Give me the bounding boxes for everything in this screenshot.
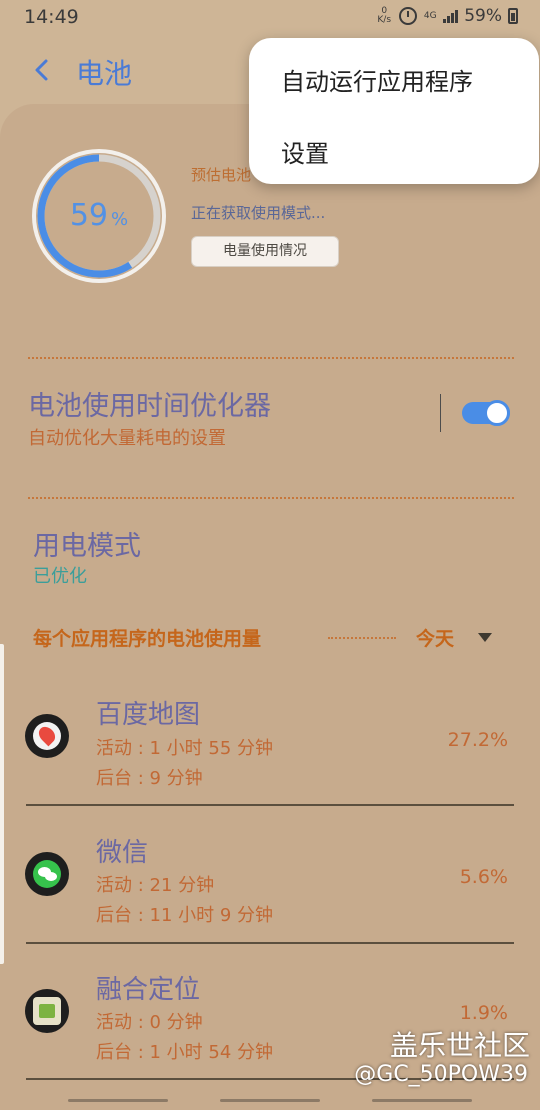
- app-name: 百度地图: [96, 700, 201, 730]
- status-bar: 14:49 0 K/s 4G 59%: [0, 0, 540, 34]
- period-selector[interactable]: 今天: [416, 624, 454, 651]
- back-arrow-icon[interactable]: [28, 56, 56, 84]
- dotted-divider: [28, 357, 514, 359]
- overflow-menu: 自动运行应用程序 设置: [249, 38, 539, 184]
- app-name: 融合定位: [96, 975, 201, 1005]
- battery-gauge: 59%: [28, 142, 170, 290]
- watermark-user: @GC_50POW39: [354, 1062, 528, 1087]
- menu-item-auto-run[interactable]: 自动运行应用程序: [281, 62, 473, 97]
- app-background-time: 后台 : 1 小时 54 分钟: [96, 1042, 274, 1063]
- battery-percent-display: 59%: [69, 198, 129, 233]
- edge-panel-handle[interactable]: [0, 644, 4, 964]
- signal-icon: [443, 9, 459, 23]
- dropdown-arrow-icon[interactable]: [478, 633, 492, 642]
- nav-bar-hint: [220, 1099, 320, 1102]
- app-usage-percent: 27.2%: [447, 729, 508, 751]
- net-speed: 0 K/s: [377, 6, 392, 25]
- alarm-icon: [399, 7, 418, 25]
- nav-bar-hint: [372, 1099, 472, 1102]
- app-name: 微信: [96, 838, 149, 868]
- section-dotted-line: [328, 637, 396, 639]
- app-usage-percent: 5.6%: [459, 866, 508, 888]
- wechat-icon: [25, 852, 69, 896]
- battery-percent: 59%: [464, 6, 502, 26]
- optimizer-subtitle: 自动优化大量耗电的设置: [28, 428, 226, 449]
- watermark-title: 盖乐世社区: [389, 1029, 530, 1062]
- vertical-separator: [440, 394, 441, 432]
- battery-icon: [508, 8, 518, 24]
- battery-usage-button[interactable]: 电量使用情况: [191, 236, 339, 267]
- menu-item-settings[interactable]: 设置: [281, 134, 329, 169]
- app-active-time: 活动 : 0 分钟: [96, 1012, 203, 1033]
- baidu-map-icon: [25, 714, 69, 758]
- app-usage-percent: 1.9%: [459, 1002, 508, 1024]
- android-icon: [25, 989, 69, 1033]
- network-type: 4G: [423, 10, 437, 21]
- status-icons: 0 K/s 4G 59%: [375, 6, 518, 26]
- app-list-item[interactable]: 微信 活动 : 21 分钟 后台 : 11 小时 9 分钟 5.6%: [0, 806, 540, 944]
- power-mode-title[interactable]: 用电模式: [33, 524, 141, 563]
- app-active-time: 活动 : 21 分钟: [96, 875, 215, 896]
- dotted-divider: [28, 497, 514, 499]
- usage-status: 正在获取使用模式...: [191, 204, 326, 222]
- estimate-label: 预估电池: [191, 166, 251, 184]
- power-mode-value: 已优化: [33, 566, 87, 587]
- app-list-item[interactable]: 百度地图 活动 : 1 小时 55 分钟 后台 : 9 分钟 27.2%: [0, 668, 540, 806]
- app-background-time: 后台 : 11 小时 9 分钟: [96, 905, 274, 926]
- optimizer-toggle[interactable]: [462, 399, 512, 427]
- status-time: 14:49: [24, 6, 79, 28]
- app-active-time: 活动 : 1 小时 55 分钟: [96, 738, 274, 759]
- app-usage-section-title: 每个应用程序的电池使用量: [33, 628, 262, 650]
- page-title: 电池: [76, 57, 133, 90]
- app-background-time: 后台 : 9 分钟: [96, 768, 203, 789]
- optimizer-title[interactable]: 电池使用时间优化器: [28, 384, 271, 423]
- nav-bar-hint: [68, 1099, 168, 1102]
